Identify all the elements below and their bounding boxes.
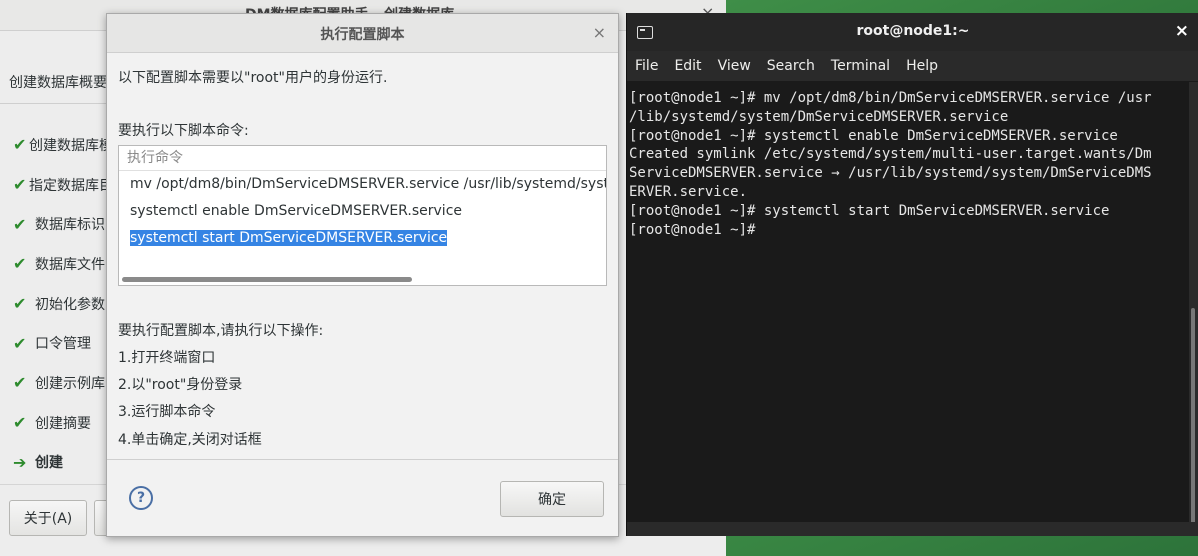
dialog-close-icon[interactable]: × xyxy=(593,23,606,42)
menu-view[interactable]: View xyxy=(718,58,751,74)
ok-button[interactable]: 确定 xyxy=(500,481,604,517)
dialog-intro: 以下配置脚本需要以"root"用户的身份运行. xyxy=(118,70,388,86)
check-icon: ✔ xyxy=(13,413,27,433)
dialog-title: 执行配置脚本 xyxy=(320,27,405,43)
instruction-item: 3.运行脚本命令 xyxy=(118,404,216,420)
help-icon[interactable]: ? xyxy=(129,486,153,510)
check-icon: ✔ xyxy=(13,175,27,195)
step-item: ✔ 创建数据库模 xyxy=(13,125,113,165)
step-item: ✔ 创建示例库 xyxy=(13,363,113,403)
menu-help[interactable]: Help xyxy=(906,58,938,74)
menu-search[interactable]: Search xyxy=(767,58,815,74)
step-item: ✔ 数据库标识 xyxy=(13,204,113,244)
step-item: ✔ 初始化参数 xyxy=(13,284,113,324)
menu-terminal[interactable]: Terminal xyxy=(831,58,890,74)
instruction-item: 2.以"root"身份登录 xyxy=(118,377,243,393)
step-label: 指定数据库目 xyxy=(29,177,113,194)
command-text: systemctl start DmServiceDMSERVER.servic… xyxy=(130,230,448,246)
step-item: ✔ 创建摘要 xyxy=(13,403,113,443)
terminal-window: root@node1:~ × File Edit View Search Ter… xyxy=(626,13,1198,536)
terminal-title: root@node1:~ xyxy=(856,23,970,39)
overview-divider xyxy=(0,103,108,104)
check-icon: ✔ xyxy=(13,373,27,393)
command-row-selected[interactable]: systemctl start DmServiceDMSERVER.servic… xyxy=(119,225,606,252)
command-table[interactable]: 执行命令 mv /opt/dm8/bin/DmServiceDMSERVER.s… xyxy=(118,145,607,286)
check-icon: ✔ xyxy=(13,294,27,314)
step-item: ✔ 数据库文件 xyxy=(13,244,113,284)
arrow-right-icon: ➔ xyxy=(13,452,27,472)
check-icon: ✔ xyxy=(13,135,27,155)
step-label: 创建 xyxy=(35,455,63,472)
terminal-bottom-edge xyxy=(627,522,1198,536)
check-icon: ✔ xyxy=(13,254,27,274)
instructions-heading: 要执行配置脚本,请执行以下操作: xyxy=(118,323,324,339)
menu-edit[interactable]: Edit xyxy=(674,58,701,74)
step-label: 数据库标识 xyxy=(35,217,105,234)
overview-label: 创建数据库概要 xyxy=(9,75,107,91)
step-item: ✔ 指定数据库目 xyxy=(13,165,113,205)
step-label: 口令管理 xyxy=(35,336,91,353)
step-item: ✔ 口令管理 xyxy=(13,323,113,363)
step-label: 数据库文件 xyxy=(35,256,105,273)
commands-heading: 要执行以下脚本命令: xyxy=(118,123,249,139)
step-label: 创建摘要 xyxy=(35,415,91,432)
terminal-scrollbar[interactable] xyxy=(1191,308,1195,533)
command-text: mv /opt/dm8/bin/DmServiceDMSERVER.servic… xyxy=(130,176,607,192)
check-icon: ✔ xyxy=(13,214,27,234)
step-list: ✔ 创建数据库模 ✔ 指定数据库目 ✔ 数据库标识 ✔ 数据库文件 ✔ 初始化参数 ✔ 口令… xyxy=(13,125,113,482)
check-icon: ✔ xyxy=(13,333,27,353)
horizontal-scrollbar[interactable] xyxy=(122,277,412,282)
terminal-output[interactable]: [root@node1 ~]# mv /opt/dm8/bin/DmServic… xyxy=(627,82,1189,529)
dialog-bottom-divider xyxy=(107,459,618,460)
instruction-item: 1.打开终端窗口 xyxy=(118,350,216,366)
step-label: 初始化参数 xyxy=(35,296,105,313)
terminal-close-icon[interactable]: × xyxy=(1175,21,1189,41)
command-row[interactable]: systemctl enable DmServiceDMSERVER.servi… xyxy=(119,198,606,225)
command-text: systemctl enable DmServiceDMSERVER.servi… xyxy=(130,203,463,219)
step-label: 创建数据库模 xyxy=(29,137,113,154)
terminal-menubar: File Edit View Search Terminal Help xyxy=(627,51,1198,82)
config-script-dialog: 执行配置脚本 × 以下配置脚本需要以"root"用户的身份运行. 要执行以下脚本… xyxy=(106,13,619,537)
command-row[interactable]: mv /opt/dm8/bin/DmServiceDMSERVER.servic… xyxy=(119,171,606,198)
command-table-header: 执行命令 xyxy=(119,146,606,171)
step-label: 创建示例库 xyxy=(35,375,105,392)
step-item-current: ➔ 创建 xyxy=(13,443,113,483)
instruction-item: 4.单击确定,关闭对话框 xyxy=(118,432,262,448)
dialog-titlebar: 执行配置脚本 × xyxy=(107,14,618,53)
about-button[interactable]: 关于(A) xyxy=(9,500,87,536)
terminal-titlebar: root@node1:~ × xyxy=(627,13,1198,51)
menu-file[interactable]: File xyxy=(635,58,658,74)
